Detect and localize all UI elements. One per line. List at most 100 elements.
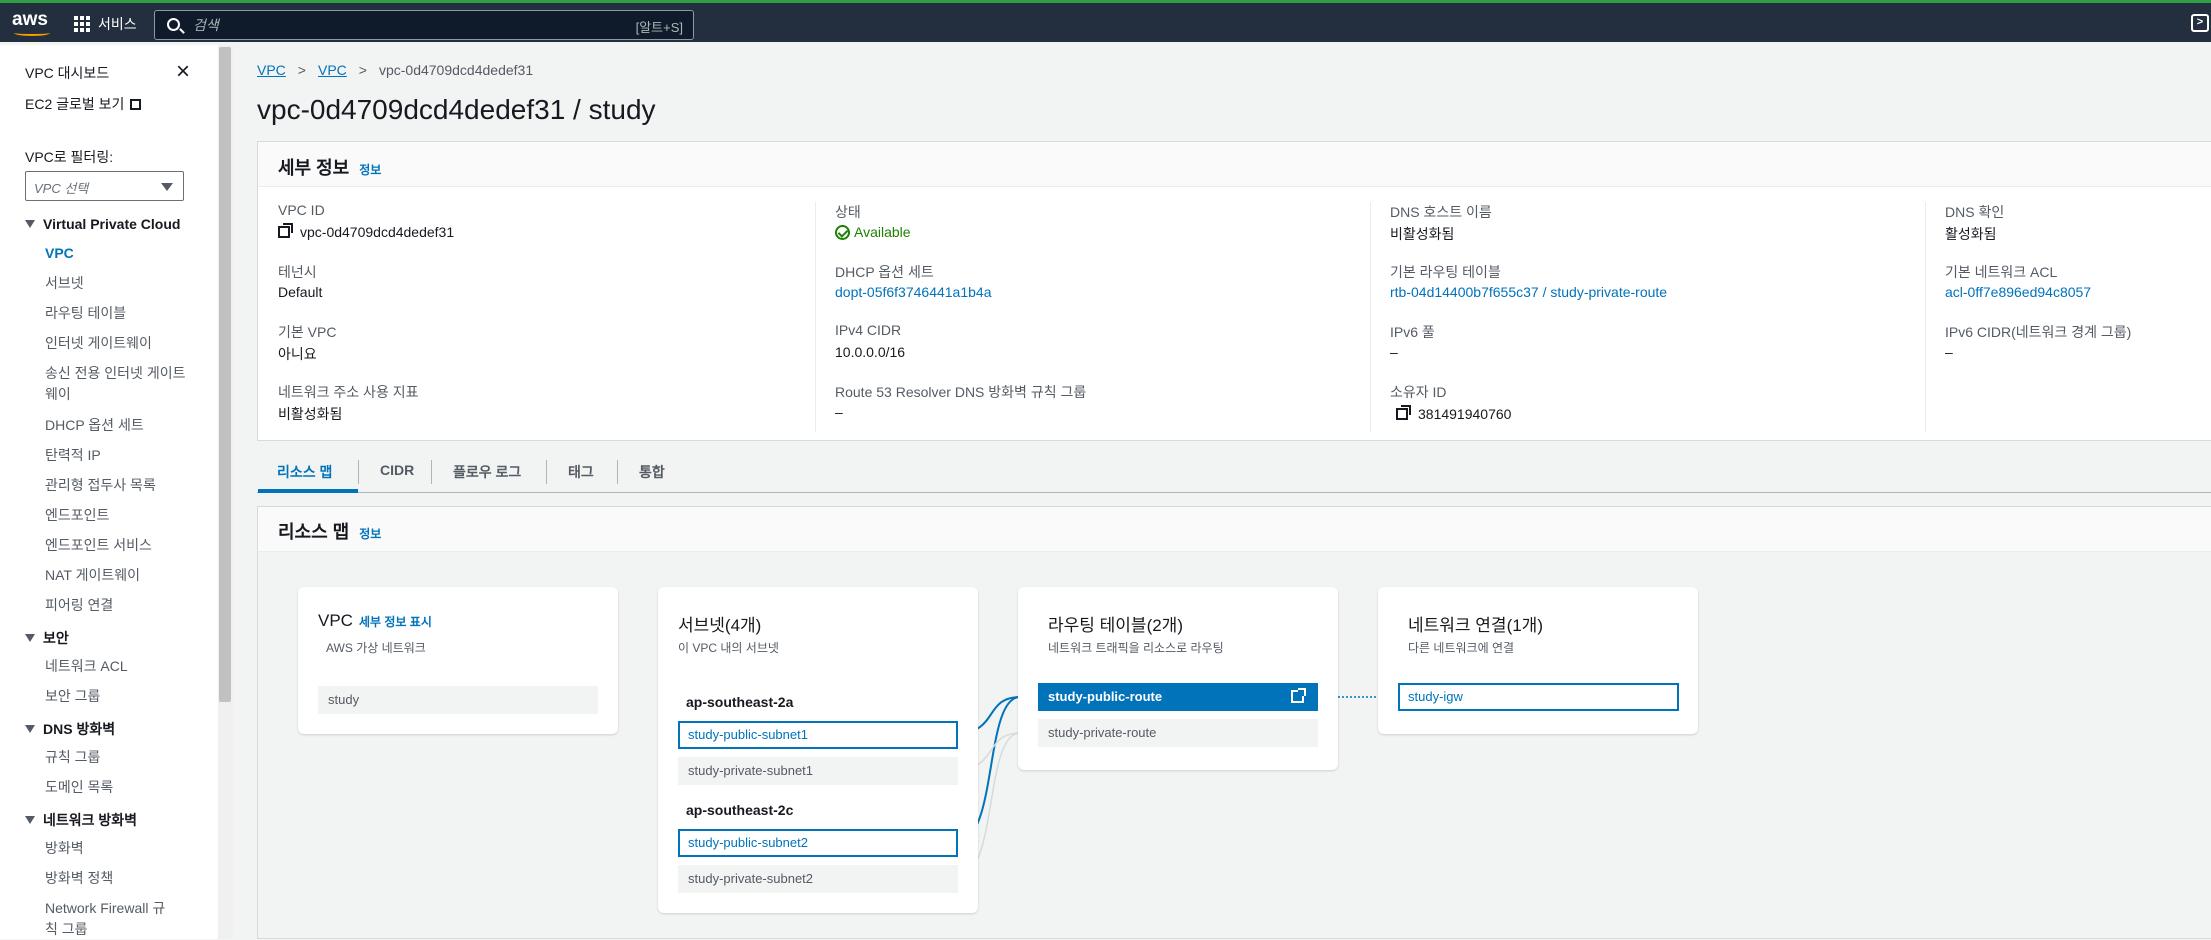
sidebar-link-ec2-global-view-label: EC2 글로벌 보기 [25,96,125,112]
route-node-public-route-label: study-public-route [1048,689,1163,704]
breadcrumb-link-vpcs[interactable]: VPC [318,62,347,78]
close-icon[interactable]: × [176,60,196,84]
vpc-filter-select[interactable]: VPC 선택 [25,171,184,201]
ipv6-pool-value: – [1390,344,1398,360]
subnets-card: 서브넷(4개) 이 VPC 내의 서브넷 ap-southeast-2a stu… [658,587,978,913]
sidebar-section-security[interactable]: 보안 [25,628,69,648]
aws-logo[interactable]: aws [12,9,56,37]
sidebar-item-elastic-ips[interactable]: 탄력적 IP [45,445,195,466]
state-text: Available [854,224,911,240]
tab-cidr[interactable]: CIDR [380,462,414,478]
sidebar-item-firewall-policies[interactable]: 방화벽 정책 [45,868,195,889]
details-info-link[interactable]: 정보 [359,163,381,177]
details-panel: 세부 정보 정보 VPC ID vpc-0d4709dcd4dedef31 테넌시… [257,141,2211,441]
ipv4-cidr-value: 10.0.0.0/16 [835,344,906,360]
breadcrumb-link-vpc[interactable]: VPC [257,62,286,78]
sidebar-item-network-acls[interactable]: 네트워크 ACL [45,656,195,677]
copy-icon[interactable] [278,223,293,238]
az-label: ap-southeast-2a [686,694,794,710]
dns-hostnames-label: DNS 호스트 이름 [1390,204,1492,220]
route-tables-card: 라우팅 테이블(2개) 네트워크 트래픽을 리소스로 라우팅 study-pub… [1018,587,1338,770]
sidebar-section-title: 네트워크 방화벽 [43,812,138,828]
search-box[interactable]: [알트+S] [154,10,694,40]
route53-firewall-value: – [835,404,843,420]
route-node-private-route[interactable]: study-private-route [1038,719,1318,747]
owner-id-label: 소유자 ID [1390,384,1447,400]
copy-icon[interactable] [1396,405,1411,420]
sidebar-item-firewalls[interactable]: 방화벽 [45,838,195,859]
sidebar-section-title: DNS 방화벽 [43,721,116,737]
dhcp-options-link[interactable]: dopt-05f6f3746441a1b4a [835,284,991,300]
sidebar-item-dhcp-option-sets[interactable]: DHCP 옵션 세트 [45,415,195,436]
sidebar-item-internet-gateways[interactable]: 인터넷 게이트웨이 [45,333,195,354]
network-connections-card-subtitle: 다른 네트워크에 연결 [1408,641,1515,655]
sidebar-item-peering-connections[interactable]: 피어링 연결 [45,595,195,616]
status-available-icon [835,225,850,240]
main-network-acl-link[interactable]: acl-0ff7e896ed94c8057 [1945,284,2091,300]
route-tables-card-subtitle: 네트워크 트래픽을 리소스로 라우팅 [1048,641,1224,655]
sidebar-section-title: Virtual Private Cloud [43,216,181,232]
sidebar-item-rule-groups[interactable]: 규칙 그룹 [45,747,195,768]
subnet-node-public-subnet1[interactable]: study-public-subnet1 [678,721,958,749]
dns-hostnames-value: 비활성화됨 [1390,226,1455,242]
sidebar-item-egress-only-internet-gateways[interactable]: 송신 전용 인터넷 게이트웨이 [45,363,195,405]
vpc-node-study[interactable]: study [318,686,598,714]
sidebar-item-vpc[interactable]: VPC [45,243,195,264]
subnet-node-private-subnet1[interactable]: study-private-subnet1 [678,757,958,785]
sidebar-scrollbar-thumb[interactable] [219,47,231,702]
external-link-icon [130,99,142,110]
tab-tags[interactable]: 태그 [568,462,594,482]
dhcp-options-label: DHCP 옵션 세트 [835,264,934,280]
tab-integrations[interactable]: 통합 [639,462,665,482]
ipv4-cidr-label: IPv4 CIDR [835,322,902,338]
subnet-node-private-subnet2[interactable]: study-private-subnet2 [678,865,958,893]
network-node-igw[interactable]: study-igw [1398,683,1679,711]
sidebar-item-managed-prefix-lists[interactable]: 관리형 접두사 목록 [45,475,195,496]
route53-firewall-label: Route 53 Resolver DNS 방화벽 규칙 그룹 [835,384,1087,400]
vpc-details-link[interactable]: 세부 정보 표시 [359,615,432,629]
search-input[interactable] [191,14,571,36]
sidebar-item-domain-lists[interactable]: 도메인 목록 [45,777,195,798]
vpc-id-text: vpc-0d4709dcd4dedef31 [300,224,455,240]
external-link-icon[interactable] [1291,688,1306,703]
details-title: 세부 정보 정보 [278,154,381,180]
dns-resolution-label: DNS 확인 [1945,204,2005,220]
sidebar-item-nat-gateways[interactable]: NAT 게이트웨이 [45,565,195,586]
subnets-card-title: 서브넷(4개) [678,616,762,635]
owner-id-text: 381491940760 [1418,406,1512,422]
sidebar-link-vpc-dashboard[interactable]: VPC 대시보드 [25,63,109,83]
sidebar-item-network-firewall-rule-groups[interactable]: Network Firewall 규칙 그룹 [45,898,175,939]
sidebar-item-route-tables[interactable]: 라우팅 테이블 [45,303,195,324]
sidebar-link-ec2-global-view[interactable]: EC2 글로벌 보기 [25,94,142,114]
subnet-node-public-subnet2[interactable]: study-public-subnet2 [678,829,958,857]
sidebar-section-dns-firewall[interactable]: DNS 방화벽 [25,719,115,739]
state-value: Available [835,224,911,240]
tab-flow-logs[interactable]: 플로우 로그 [453,462,521,482]
sidebar-item-endpoint-services[interactable]: 엔드포인트 서비스 [45,535,195,556]
route-node-public-route[interactable]: study-public-route [1038,683,1318,711]
column-divider [815,202,816,432]
sidebar-item-security-groups[interactable]: 보안 그룹 [45,686,195,707]
sidebar-item-subnets[interactable]: 서브넷 [45,273,195,294]
tenancy-label: 테넌시 [278,264,317,280]
active-tab-indicator [258,489,358,493]
tab-divider [358,460,359,484]
az-label: ap-southeast-2c [686,802,794,818]
vpc-filter-select-value: VPC 선택 [34,181,89,196]
vpc-card-subtitle: AWS 가상 네트워크 [326,641,426,655]
vpc-card-title-text: VPC [318,611,353,630]
tab-resource-map[interactable]: 리소스 맵 [277,462,332,482]
sidebar-item-endpoints[interactable]: 엔드포인트 [45,505,195,526]
sidebar-section-virtual-private-cloud[interactable]: Virtual Private Cloud [25,216,180,232]
main-route-table-link[interactable]: rtb-04d14400b7f655c37 / study-private-ro… [1390,284,1667,300]
sidebar-section-network-firewall[interactable]: 네트워크 방화벽 [25,810,137,830]
caret-down-icon [25,816,35,824]
ipv6-pool-label: IPv6 풀 [1390,324,1435,340]
services-label: 서비스 [98,16,137,32]
subnets-card-subtitle: 이 VPC 내의 서브넷 [678,641,779,655]
vpc-card-title: VPC 세부 정보 표시 [318,611,432,631]
services-menu-button[interactable]: 서비스 [74,13,137,35]
owner-id-value: 381491940760 [1396,405,1512,422]
cloudshell-icon[interactable]: > [2191,14,2209,32]
sidebar-section-title: 보안 [43,630,69,646]
